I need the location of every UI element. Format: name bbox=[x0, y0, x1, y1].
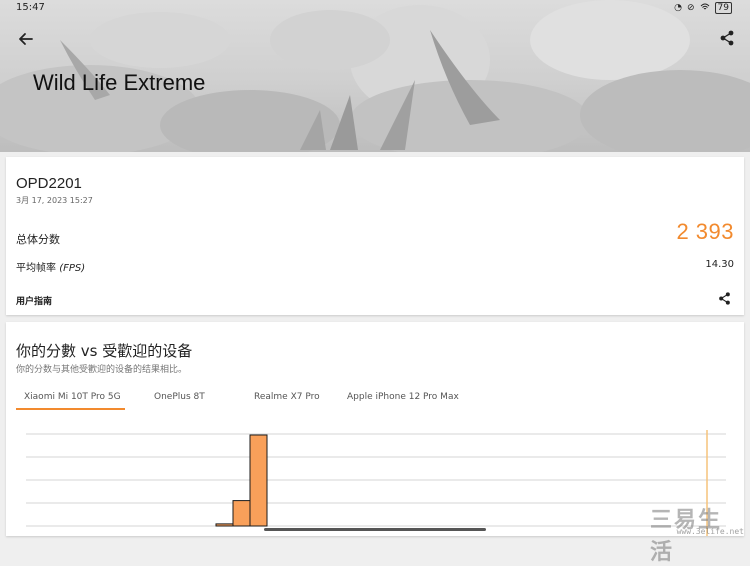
status-time: 15:47 bbox=[16, 2, 45, 13]
battery-indicator: 79 bbox=[714, 2, 732, 14]
arrow-left-icon bbox=[19, 33, 33, 45]
share-result-button[interactable] bbox=[717, 291, 732, 306]
chart-bar bbox=[232, 500, 251, 527]
share-button[interactable] bbox=[718, 29, 736, 47]
hero-banner: 15:47 ◔ ⊘ 79 Wild Life Extreme bbox=[0, 0, 750, 152]
watermark: 三易生活 www.3elife.net bbox=[650, 502, 748, 565]
tab-oneplus-8t[interactable]: OnePlus 8T bbox=[154, 392, 205, 402]
result-card: OPD2201 3月 17, 2023 15:27 总体分数 2 393 平均帧… bbox=[6, 157, 744, 315]
user-guide-link[interactable]: 用户指南 bbox=[16, 294, 52, 307]
device-name: OPD2201 bbox=[16, 175, 82, 192]
signal-icon: ⊘ bbox=[687, 3, 695, 13]
page-title: Wild Life Extreme bbox=[33, 70, 206, 95]
status-icons: ◔ ⊘ 79 bbox=[674, 2, 732, 14]
status-bar: 15:47 ◔ ⊘ 79 bbox=[0, 0, 750, 16]
gesture-nav-handle[interactable] bbox=[264, 528, 486, 531]
overall-score-label: 总体分数 bbox=[16, 233, 60, 246]
share-icon bbox=[719, 292, 730, 305]
comparison-card: 你的分數 vs 受歡迎的设备 你的分数与其他受歡迎的设备的结果相比。 Xiaom… bbox=[6, 322, 744, 536]
comparison-subtitle: 你的分数与其他受歡迎的设备的结果相比。 bbox=[16, 365, 188, 375]
fps-value: 14.30 bbox=[705, 259, 734, 270]
back-button[interactable] bbox=[15, 28, 37, 50]
fps-label: 平均帧率 (FPS) bbox=[16, 259, 85, 274]
watermark-url: www.3elife.net bbox=[676, 527, 744, 536]
share-icon bbox=[720, 30, 734, 46]
chart-bar bbox=[215, 523, 234, 527]
tab-realme-x7-pro[interactable]: Realme X7 Pro bbox=[254, 392, 320, 402]
tab-xiaomi-mi-10t-pro-5g[interactable]: Xiaomi Mi 10T Pro 5G bbox=[24, 392, 121, 402]
tab-apple-iphone-12-pro-max[interactable]: Apple iPhone 12 Pro Max bbox=[347, 392, 459, 402]
comparison-title: 你的分數 vs 受歡迎的设备 bbox=[16, 342, 193, 360]
fps-label-unit: (FPS) bbox=[59, 263, 86, 274]
score-distribution-chart bbox=[26, 430, 726, 536]
wifi-icon bbox=[700, 3, 710, 14]
result-date: 3月 17, 2023 15:27 bbox=[16, 196, 93, 205]
active-tab-indicator bbox=[16, 408, 125, 410]
chart-bar bbox=[249, 434, 268, 527]
fps-label-text: 平均帧率 bbox=[16, 263, 56, 274]
overall-score-value: 2 393 bbox=[676, 219, 734, 244]
timer-icon: ◔ bbox=[674, 3, 682, 13]
